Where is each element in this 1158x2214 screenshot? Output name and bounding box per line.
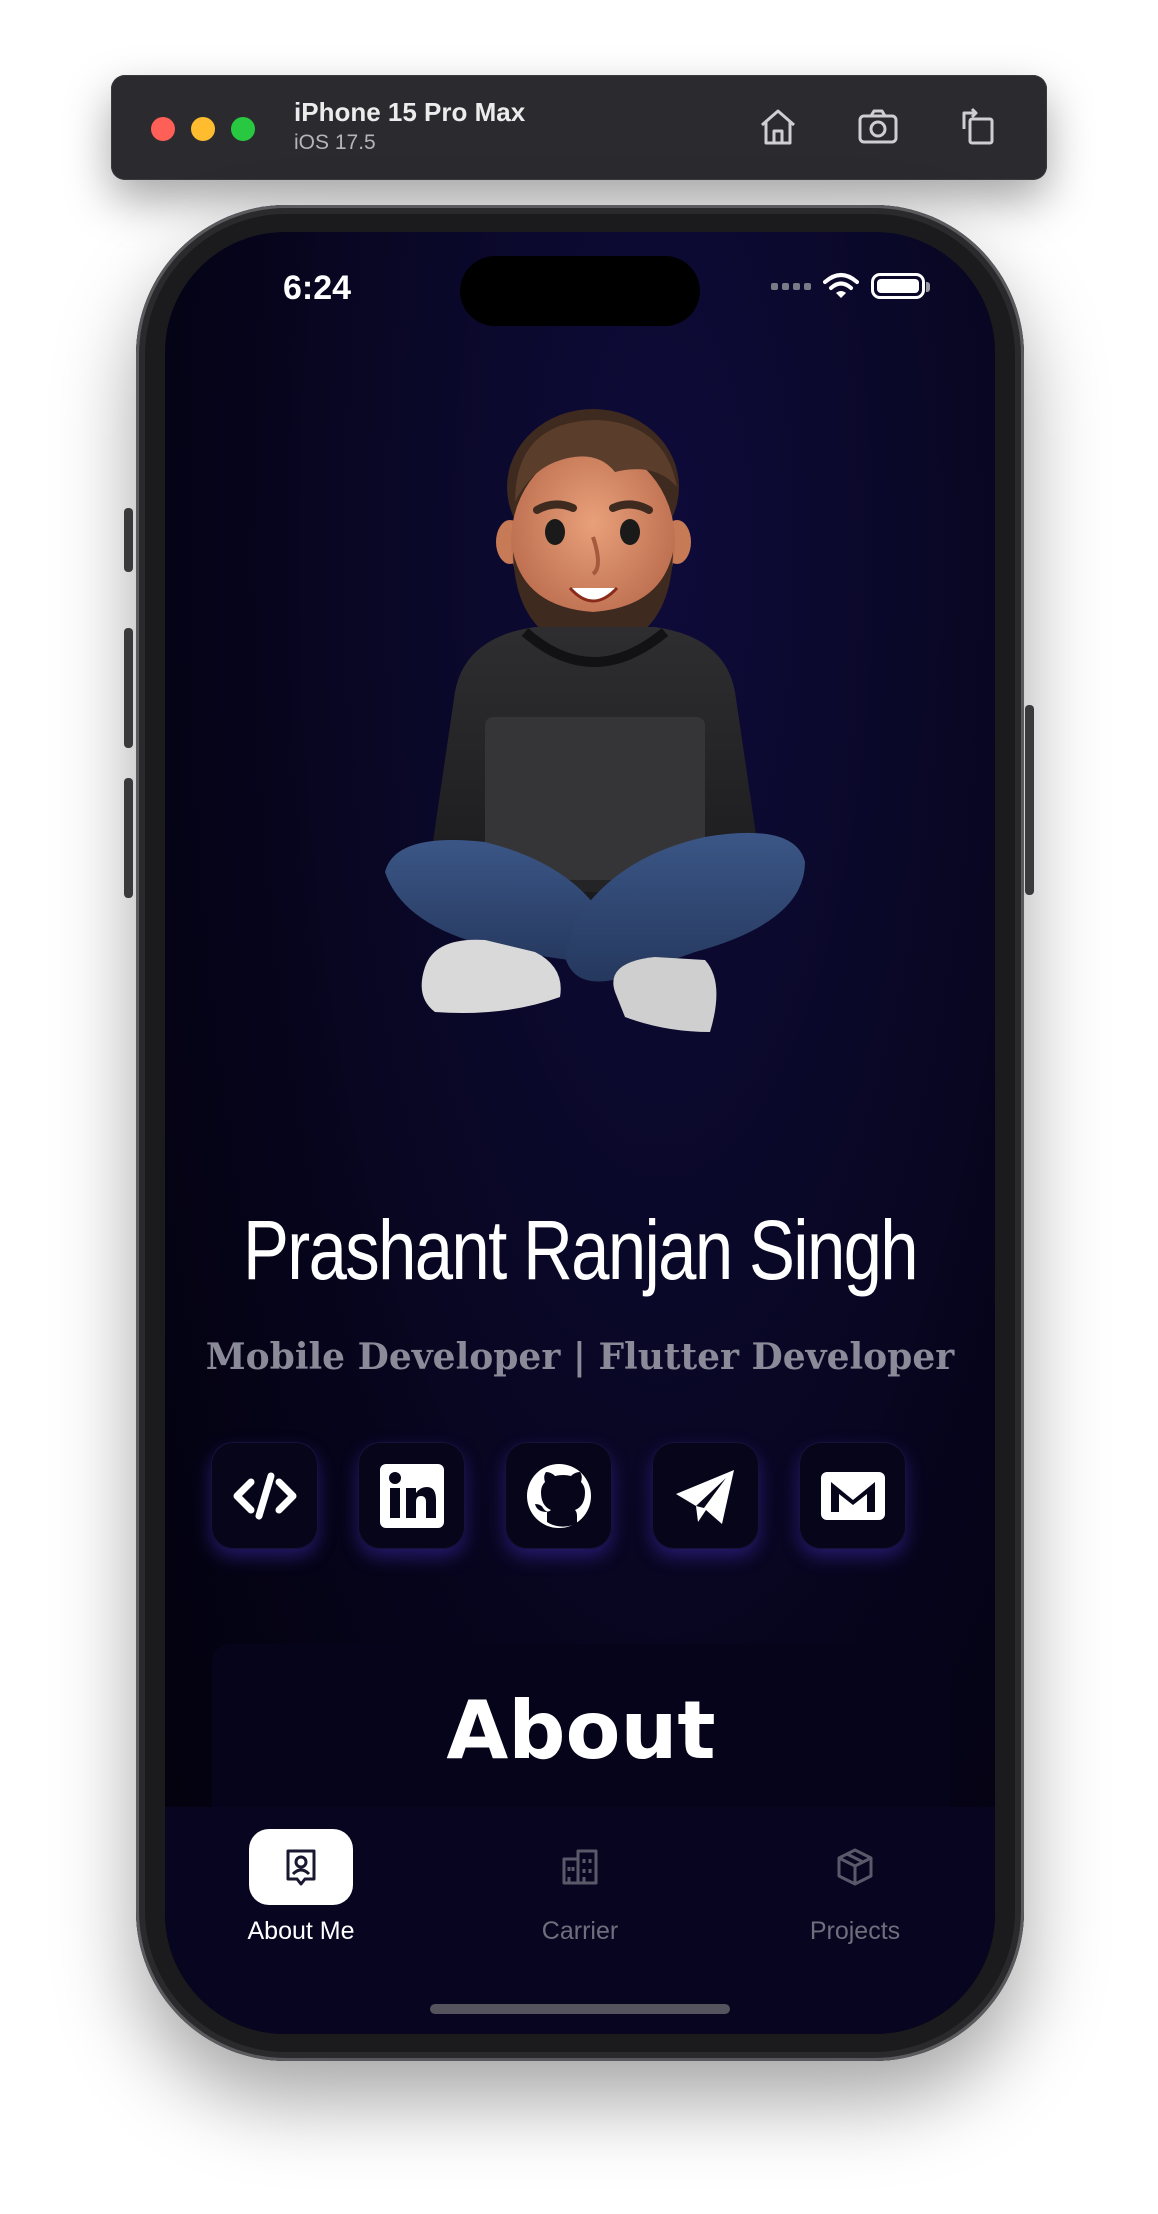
github-link-button[interactable] bbox=[505, 1442, 612, 1549]
dynamic-island bbox=[460, 256, 700, 326]
rotate-icon[interactable] bbox=[954, 103, 1002, 151]
profile-name: Prashant Ranjan Singh bbox=[243, 1203, 919, 1297]
github-icon bbox=[526, 1463, 591, 1528]
device-name: iPhone 15 Pro Max bbox=[294, 97, 526, 127]
linkedin-icon bbox=[379, 1463, 444, 1528]
nav-pill-carrier bbox=[528, 1829, 632, 1905]
os-version: iOS 17.5 bbox=[294, 131, 376, 154]
nav-pill-about-me bbox=[249, 1829, 353, 1905]
bottom-navigation: About Me Carrier Projects bbox=[165, 1807, 995, 2034]
buildings-icon bbox=[562, 1849, 598, 1885]
about-heading: About bbox=[446, 1684, 716, 1777]
telegram-icon bbox=[675, 1469, 734, 1524]
package-icon bbox=[837, 1848, 873, 1886]
nav-label-projects: Projects bbox=[809, 1917, 901, 1945]
nav-label-carrier: Carrier bbox=[541, 1917, 619, 1945]
action-button[interactable] bbox=[124, 508, 133, 572]
power-button[interactable] bbox=[1025, 705, 1034, 895]
code-icon bbox=[233, 1472, 296, 1519]
nav-pill-projects bbox=[803, 1829, 907, 1905]
social-links bbox=[211, 1442, 906, 1549]
developer-avatar-image bbox=[385, 409, 805, 1032]
simulator-toolbar: iPhone 15 Pro Max iOS 17.5 bbox=[111, 75, 1047, 180]
telegram-link-button[interactable] bbox=[652, 1442, 759, 1549]
email-link-button[interactable] bbox=[799, 1442, 906, 1549]
status-time: 6:24 bbox=[283, 269, 352, 307]
nav-item-projects[interactable]: Projects bbox=[755, 1829, 955, 1946]
zoom-window-button[interactable] bbox=[231, 117, 255, 141]
battery-icon bbox=[871, 273, 930, 299]
user-badge-icon bbox=[286, 1849, 316, 1886]
gmail-icon bbox=[820, 1471, 885, 1520]
home-icon[interactable] bbox=[754, 103, 802, 151]
nav-item-carrier[interactable]: Carrier bbox=[480, 1829, 680, 1946]
app-screen: 6:24 Prashant Ranjan Singh Mobile Develo… bbox=[165, 232, 995, 2034]
profile-role: Mobile Developer | Flutter Developer bbox=[205, 1336, 955, 1378]
screenshot-icon[interactable] bbox=[854, 103, 902, 151]
minimize-window-button[interactable] bbox=[191, 117, 215, 141]
volume-up-button[interactable] bbox=[124, 628, 133, 748]
wifi-icon bbox=[823, 273, 859, 298]
linkedin-link-button[interactable] bbox=[358, 1442, 465, 1549]
close-window-button[interactable] bbox=[151, 117, 175, 141]
cellular-icon bbox=[771, 282, 811, 290]
nav-item-about-me[interactable]: About Me bbox=[201, 1829, 401, 1946]
volume-down-button[interactable] bbox=[124, 778, 133, 898]
nav-label-about-me: About Me bbox=[247, 1917, 355, 1945]
status-icons bbox=[771, 272, 930, 300]
portfolio-link-button[interactable] bbox=[211, 1442, 318, 1549]
home-indicator[interactable] bbox=[430, 2004, 730, 2014]
